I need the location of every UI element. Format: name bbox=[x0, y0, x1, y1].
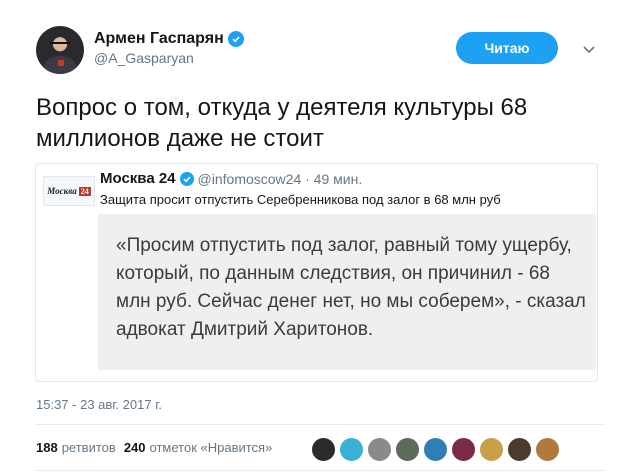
quoted-image-text: «Просим отпустить под залог, равный тому… bbox=[116, 235, 586, 340]
quoted-author-name: Москва 24 bbox=[100, 170, 176, 187]
following-button[interactable]: Читаю bbox=[456, 32, 558, 64]
tweet-text-line-1: Вопрос о том, откуда у деятеля культуры … bbox=[36, 94, 528, 121]
quoted-author-handle-time: @infomoscow24 · 49 мин. bbox=[197, 170, 363, 187]
likes-count[interactable]: 240 bbox=[124, 440, 146, 455]
liker-avatar[interactable] bbox=[367, 437, 392, 462]
author-display-name[interactable]: Армен Гаспарян bbox=[94, 30, 224, 48]
quoted-tweet-meta: Москва 24 @infomoscow24 · 49 мин. bbox=[100, 170, 362, 187]
tweet-text-line-2: миллионов даже не стоит bbox=[36, 125, 324, 152]
liker-avatar[interactable] bbox=[395, 437, 420, 462]
quoted-tweet-text: Защита просит отпустить Серебренникова п… bbox=[100, 192, 501, 207]
quoted-avatar-number: 24 bbox=[78, 186, 91, 196]
likers-avatars bbox=[311, 437, 560, 462]
likes-label[interactable]: отметок «Нравится» bbox=[150, 440, 273, 455]
chevron-down-icon[interactable] bbox=[582, 42, 596, 56]
liker-avatar[interactable] bbox=[451, 437, 476, 462]
verified-badge-icon bbox=[179, 171, 194, 186]
quoted-tweet-image[interactable]: «Просим отпустить под залог, равный тому… bbox=[98, 214, 596, 370]
author-info: Армен Гаспарян @A_Gasparyan bbox=[94, 30, 244, 66]
liker-avatar[interactable] bbox=[479, 437, 504, 462]
quoted-tweet[interactable]: Москва 24 Москва 24 @infomoscow24 · 49 м… bbox=[35, 163, 598, 382]
tweet-stats: 188 ретвитов 240 отметок «Нравится» bbox=[36, 440, 280, 455]
tweet-header: Армен Гаспарян @A_Gasparyan Читаю bbox=[36, 26, 606, 76]
tweet-timestamp[interactable]: 15:37 - 23 авг. 2017 г. bbox=[36, 397, 162, 412]
quoted-avatar-label: Москва bbox=[47, 186, 77, 196]
divider bbox=[36, 424, 606, 425]
liker-avatar[interactable] bbox=[423, 437, 448, 462]
retweets-count[interactable]: 188 bbox=[36, 440, 58, 455]
avatar-pin bbox=[58, 60, 64, 66]
author-name-row: Армен Гаспарян bbox=[94, 30, 244, 48]
liker-avatar[interactable] bbox=[535, 437, 560, 462]
retweets-label[interactable]: ретвитов bbox=[62, 440, 116, 455]
liker-avatar[interactable] bbox=[507, 437, 532, 462]
liker-avatar[interactable] bbox=[339, 437, 364, 462]
avatar-glasses bbox=[50, 42, 70, 46]
author-avatar[interactable] bbox=[36, 26, 84, 74]
tweet-text: Вопрос о том, откуда у деятеля культуры … bbox=[36, 92, 606, 154]
author-handle[interactable]: @A_Gasparyan bbox=[94, 50, 244, 66]
divider bbox=[36, 470, 606, 471]
verified-badge-icon bbox=[227, 31, 244, 47]
quoted-author-avatar: Москва 24 bbox=[43, 176, 95, 206]
liker-avatar[interactable] bbox=[311, 437, 336, 462]
